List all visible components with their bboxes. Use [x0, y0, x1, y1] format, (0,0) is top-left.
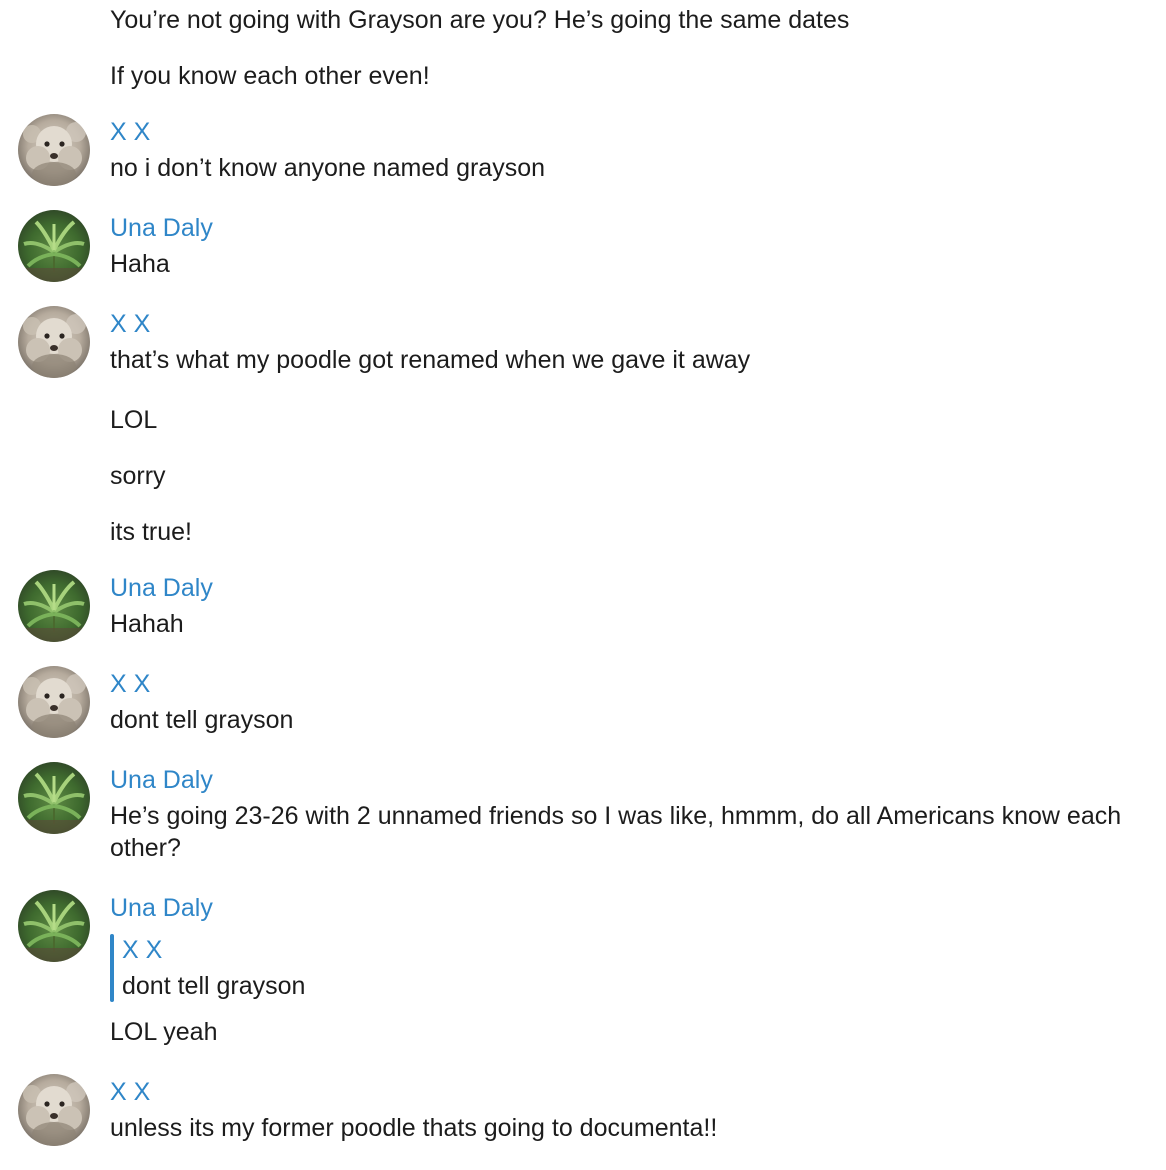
quote-bar: [110, 934, 114, 1002]
quote-text: dont tell grayson: [122, 972, 306, 1000]
message-author[interactable]: Una Daly: [110, 572, 213, 604]
poodle-avatar-icon: [18, 306, 90, 378]
avatar[interactable]: [18, 890, 90, 962]
avatar[interactable]: [18, 570, 90, 642]
fern-avatar-icon: [18, 890, 90, 962]
message-text: no i don’t know anyone named grayson: [110, 154, 546, 182]
message-text: dont tell grayson: [110, 706, 294, 734]
message-author[interactable]: Una Daly: [110, 892, 213, 924]
message-text: its true!: [110, 518, 192, 546]
poodle-avatar-icon: [18, 114, 90, 186]
message-author[interactable]: X X: [110, 668, 150, 700]
message-text: Hahah: [110, 610, 184, 638]
fern-avatar-icon: [18, 210, 90, 282]
message-text: Haha: [110, 250, 170, 278]
message-author[interactable]: X X: [110, 116, 150, 148]
fern-avatar-icon: [18, 570, 90, 642]
poodle-avatar-icon: [18, 1074, 90, 1146]
reply-quote[interactable]: X X dont tell grayson: [110, 934, 510, 1002]
avatar[interactable]: [18, 762, 90, 834]
message-text: He’s going 23-26 with 2 unnamed friends …: [110, 802, 1122, 862]
poodle-avatar-icon: [18, 666, 90, 738]
avatar[interactable]: [18, 114, 90, 186]
quote-author: X X: [122, 936, 163, 964]
avatar[interactable]: [18, 210, 90, 282]
message-text: You’re not going with Grayson are you? H…: [110, 6, 850, 34]
avatar[interactable]: [18, 306, 90, 378]
message-author[interactable]: X X: [110, 1076, 150, 1108]
message-text: LOL: [110, 406, 158, 434]
message-text: If you know each other even!: [110, 62, 430, 90]
message-text: unless its my former poodle thats going …: [110, 1114, 718, 1142]
message-author[interactable]: Una Daly: [110, 764, 213, 796]
message-text: sorry: [110, 462, 166, 490]
message-author[interactable]: X X: [110, 308, 150, 340]
message-author[interactable]: Una Daly: [110, 212, 213, 244]
avatar[interactable]: [18, 666, 90, 738]
message-text: LOL yeah: [110, 1018, 218, 1046]
message-text: that’s what my poodle got renamed when w…: [110, 346, 751, 374]
fern-avatar-icon: [18, 762, 90, 834]
avatar[interactable]: [18, 1074, 90, 1146]
